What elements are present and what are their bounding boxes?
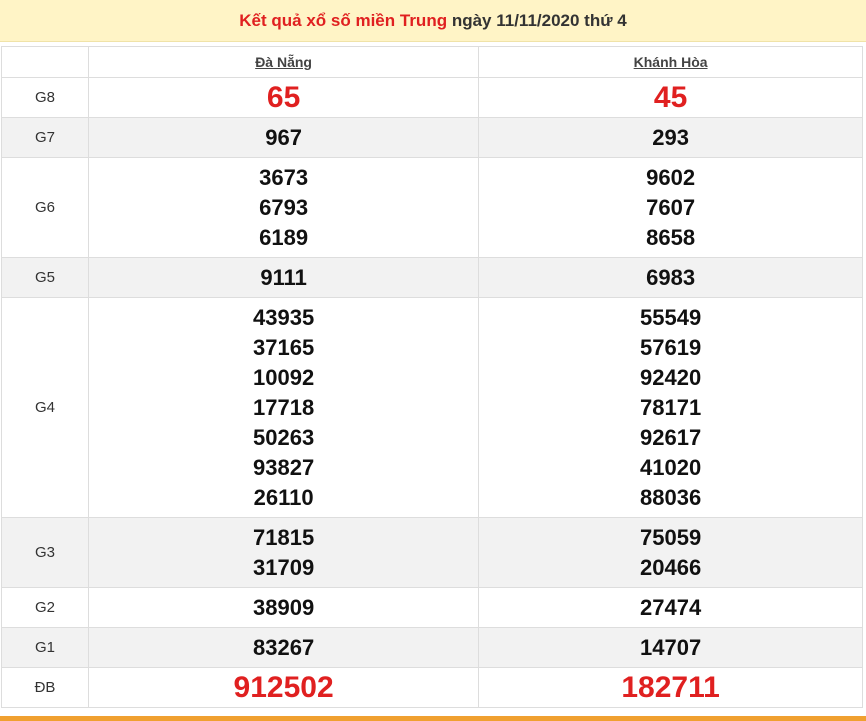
column-khanhhoa-link[interactable]: Khánh Hòa: [634, 54, 708, 70]
row-g5: G5 9111 6983: [1, 257, 863, 298]
prize-number: 967: [265, 124, 302, 150]
results-table: Đà Nẵng Khánh Hòa G8 65 45 G7 967 293 G6…: [1, 46, 863, 708]
danang-g6: 3673 6793 6189: [87, 157, 480, 258]
prize-number: 8658: [646, 224, 696, 250]
khanhhoa-g2: 27474: [478, 587, 863, 628]
prize-number: 293: [652, 124, 689, 150]
danang-g5: 9111: [87, 257, 480, 298]
prize-number: 10092: [253, 364, 315, 390]
khanhhoa-g3: 75059 20466: [478, 517, 863, 588]
prize-number: 78171: [640, 394, 702, 420]
prize-number: 9111: [260, 264, 307, 290]
header-date: ngày 11/11/2020 thứ 4: [451, 10, 627, 30]
prize-number: 7607: [646, 194, 696, 220]
table-header-row: Đà Nẵng Khánh Hòa: [1, 46, 863, 78]
prize-label: G6: [1, 157, 89, 258]
prize-number: 3673: [259, 164, 309, 190]
page-header: Kết quả xổ số miền Trung ngày 11/11/2020…: [0, 0, 866, 42]
prize-number: 88036: [640, 484, 702, 510]
prize-number: 182711: [621, 670, 720, 704]
row-g3: G3 71815 31709 75059 20466: [1, 517, 863, 588]
column-khanhhoa[interactable]: Khánh Hòa: [478, 46, 863, 78]
row-g6: G6 3673 6793 6189 9602 7607 8658: [1, 157, 863, 258]
prize-number: 27474: [640, 594, 702, 620]
prize-label: G8: [1, 77, 89, 118]
header-title: Kết quả xổ số miền Trung: [239, 10, 448, 30]
prize-number: 6983: [646, 264, 696, 290]
prize-number: 912502: [233, 670, 334, 704]
corner-cell: [1, 46, 89, 78]
prize-number: 65: [266, 80, 301, 114]
row-g7: G7 967 293: [1, 117, 863, 158]
prize-label: ĐB: [1, 667, 89, 708]
prize-number: 45: [653, 80, 688, 114]
prize-number: 92617: [640, 424, 702, 450]
prize-number: 55549: [640, 304, 702, 330]
prize-label: G7: [1, 117, 89, 158]
bottom-accent-bar: [0, 716, 866, 721]
prize-number: 92420: [640, 364, 702, 390]
khanhhoa-g4: 55549 57619 92420 78171 92617 41020 8803…: [478, 297, 863, 518]
prize-number: 6793: [259, 194, 309, 220]
danang-g7: 967: [87, 117, 480, 158]
prize-number: 6189: [259, 224, 309, 250]
prize-number: 9602: [646, 164, 696, 190]
prize-number: 75059: [640, 524, 702, 550]
prize-label: G2: [1, 587, 89, 628]
row-g4: G4 43935 37165 10092 17718 50263 93827 2…: [1, 297, 863, 518]
prize-label: G5: [1, 257, 89, 298]
prize-number: 38909: [253, 594, 315, 620]
danang-g2: 38909: [87, 587, 480, 628]
prize-label: G3: [1, 517, 89, 588]
prize-label: G4: [1, 297, 89, 518]
prize-number: 57619: [640, 334, 702, 360]
khanhhoa-g6: 9602 7607 8658: [478, 157, 863, 258]
row-g8: G8 65 45: [1, 77, 863, 118]
khanhhoa-g8: 45: [478, 77, 863, 118]
prize-number: 26110: [253, 484, 314, 510]
khanhhoa-g5: 6983: [478, 257, 863, 298]
prize-number: 43935: [253, 304, 315, 330]
prize-number: 31709: [253, 554, 315, 580]
khanhhoa-g1: 14707: [478, 627, 863, 668]
danang-g3: 71815 31709: [87, 517, 480, 588]
row-g2: G2 38909 27474: [1, 587, 863, 628]
column-danang-link[interactable]: Đà Nẵng: [255, 54, 312, 70]
prize-number: 17718: [253, 394, 315, 420]
row-db: ĐB 912502 182711: [1, 667, 863, 708]
danang-g1: 83267: [87, 627, 480, 668]
khanhhoa-db: 182711: [478, 667, 863, 708]
danang-db: 912502: [87, 667, 480, 708]
prize-number: 93827: [253, 454, 315, 480]
column-danang[interactable]: Đà Nẵng: [87, 46, 480, 78]
prize-number: 20466: [640, 554, 702, 580]
danang-g4: 43935 37165 10092 17718 50263 93827 2611…: [87, 297, 480, 518]
prize-number: 14707: [640, 634, 702, 660]
row-g1: G1 83267 14707: [1, 627, 863, 668]
prize-number: 50263: [253, 424, 315, 450]
prize-number: 71815: [253, 524, 315, 550]
prize-number: 37165: [253, 334, 315, 360]
danang-g8: 65: [87, 77, 480, 118]
prize-number: 41020: [640, 454, 702, 480]
prize-label: G1: [1, 627, 89, 668]
prize-number: 83267: [253, 634, 315, 660]
khanhhoa-g7: 293: [478, 117, 863, 158]
